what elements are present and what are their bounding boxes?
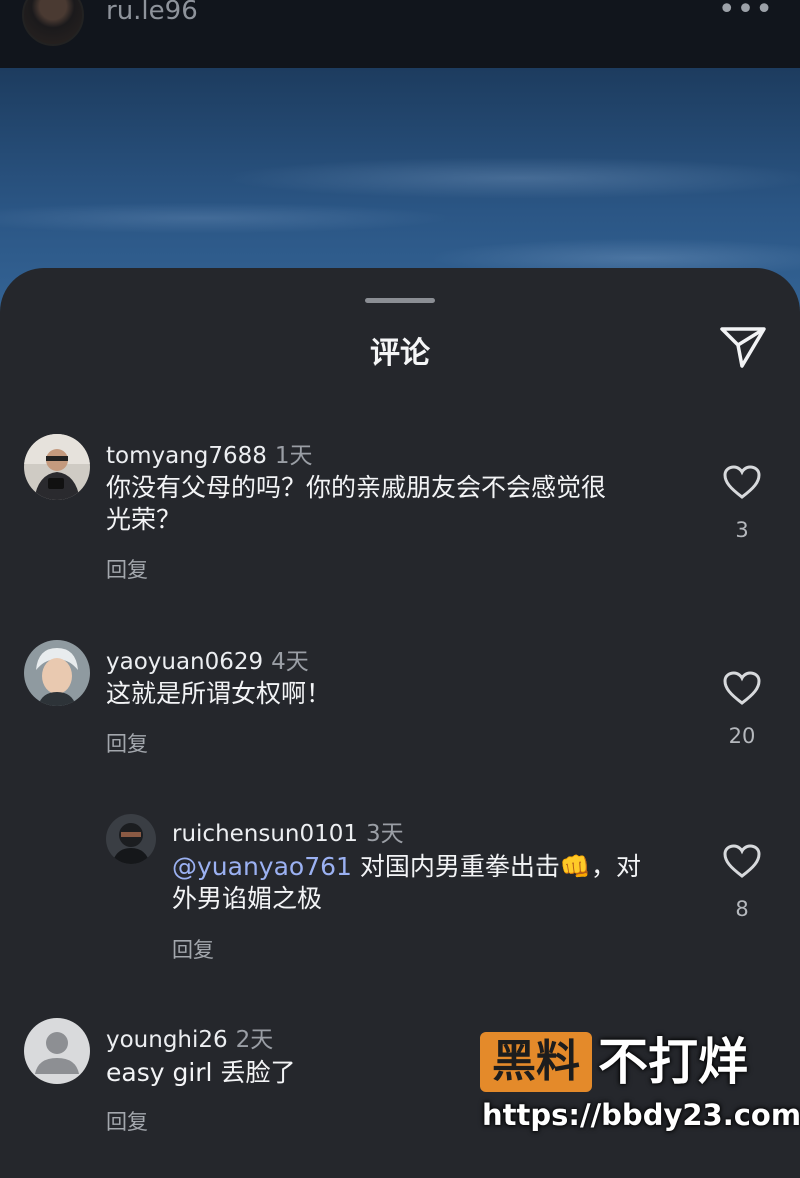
default-avatar-icon[interactable] bbox=[24, 1018, 90, 1084]
watermark-url: https://bbdy23.com bbox=[482, 1098, 800, 1132]
send-icon[interactable] bbox=[718, 324, 768, 370]
avatar[interactable] bbox=[106, 814, 156, 864]
username-text[interactable]: younghi26 bbox=[106, 1027, 228, 1053]
mention-link[interactable]: @yuanyao761 bbox=[172, 852, 352, 881]
heart-icon[interactable] bbox=[722, 843, 762, 879]
watermark-text: 不打烊 bbox=[598, 1033, 748, 1091]
poster-avatar[interactable] bbox=[22, 0, 84, 46]
comment-line: 光荣？ bbox=[106, 505, 182, 534]
reply-button[interactable]: 回复 bbox=[106, 1106, 148, 1136]
comment-username[interactable]: yaoyuan0629 4天 bbox=[106, 642, 309, 676]
comment-line: 这就是所谓女权啊！ bbox=[106, 679, 332, 708]
heart-icon[interactable] bbox=[722, 464, 762, 500]
heart-icon[interactable] bbox=[722, 670, 762, 706]
comment-time: 3天 bbox=[366, 821, 404, 847]
comment-time: 2天 bbox=[235, 1027, 274, 1053]
comment-time: 4天 bbox=[271, 649, 309, 675]
comment-line: 你没有父母的吗？你的亲戚朋友会不会感觉很 bbox=[106, 473, 607, 502]
comment-line-rest: 对国内男重拳出击👊，对 bbox=[351, 852, 642, 881]
sheet-drag-handle[interactable] bbox=[365, 298, 435, 303]
avatar[interactable] bbox=[24, 640, 90, 706]
comment-text: @yuanyao761 对国内男重拳出击👊，对 外男谄媚之极 bbox=[172, 851, 641, 915]
profile-header: ru.le96 ••• bbox=[0, 0, 800, 68]
poster-username[interactable]: ru.le96 bbox=[106, 0, 198, 26]
comment-username[interactable]: tomyang7688 1天 bbox=[106, 436, 313, 470]
comment-text: easy girl 丢脸了 bbox=[106, 1057, 295, 1089]
reply-button[interactable]: 回复 bbox=[172, 934, 214, 964]
comment-line: easy girl 丢脸了 bbox=[106, 1058, 296, 1087]
comment-line: 外男谄媚之极 bbox=[172, 884, 323, 913]
comment-username[interactable]: ruichensun0101 3天 bbox=[172, 814, 404, 848]
comment-line: @yuanyao761 对国内男重拳出击👊，对 bbox=[172, 851, 641, 883]
like-count: 3 bbox=[735, 518, 749, 542]
comment-time: 1天 bbox=[274, 443, 313, 469]
reply-button[interactable]: 回复 bbox=[106, 728, 148, 758]
like-count: 8 bbox=[735, 897, 749, 921]
sheet-title: 评论 bbox=[370, 336, 430, 371]
watermark-badge: 黑料 bbox=[480, 1032, 592, 1092]
like-count: 20 bbox=[728, 724, 756, 748]
username-text[interactable]: ruichensun0101 bbox=[172, 821, 358, 847]
username-text[interactable]: yaoyuan0629 bbox=[106, 649, 263, 675]
comment-text: 这就是所谓女权啊！ bbox=[106, 678, 331, 710]
comment-username[interactable]: younghi26 2天 bbox=[106, 1020, 273, 1054]
watermark-overlay: 黑料 不打烊 https://bbdy23.com bbox=[480, 1032, 800, 1142]
comment-text: 你没有父母的吗？你的亲戚朋友会不会感觉很 光荣？ bbox=[106, 472, 606, 536]
more-options-icon[interactable]: ••• bbox=[718, 0, 774, 27]
username-text[interactable]: tomyang7688 bbox=[106, 443, 267, 469]
reply-button[interactable]: 回复 bbox=[106, 554, 148, 584]
avatar[interactable] bbox=[24, 434, 90, 500]
